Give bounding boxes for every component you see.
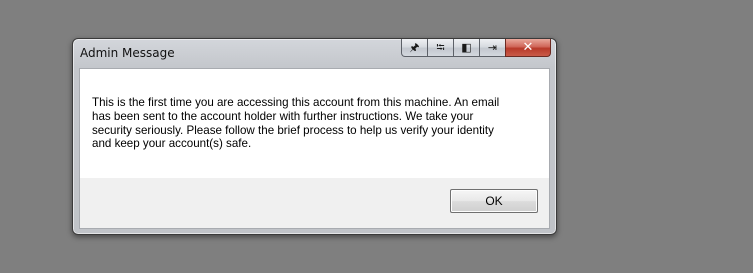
panel-icon[interactable]: ◧ [453, 39, 480, 57]
admin-message-dialog: Admin Message 🖈 ⭾ ◧ ⇥ ✕ This is the firs… [72, 38, 557, 235]
window-title: Admin Message [80, 46, 175, 60]
usb-icon[interactable]: ⭾ [427, 39, 454, 57]
ok-button[interactable]: OK [450, 189, 538, 213]
message-text: This is the first time you are accessing… [92, 96, 532, 151]
exit-icon[interactable]: ⇥ [479, 39, 506, 57]
close-icon[interactable]: ✕ [505, 39, 551, 57]
caption-buttons: 🖈 ⭾ ◧ ⇥ ✕ [401, 39, 551, 59]
message-line: and keep your account(s) safe. [92, 137, 252, 151]
message-line: This is the first time you are accessing… [92, 96, 500, 109]
dialog-content: This is the first time you are accessing… [79, 68, 550, 229]
message-line: has been sent to the account holder with… [92, 109, 474, 123]
pin-icon[interactable]: 🖈 [401, 39, 428, 57]
dialog-footer: OK [80, 178, 549, 228]
message-line: security seriously. Please follow the br… [92, 123, 494, 137]
